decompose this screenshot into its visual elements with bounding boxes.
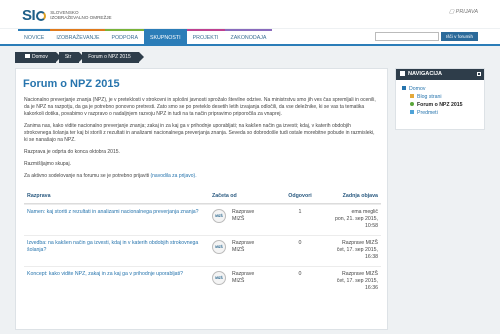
nav-tree-blog[interactable]: Blog strani <box>402 93 484 101</box>
intro-paragraph: Nacionalno preverjanje znanja (NPZ), je … <box>24 97 376 117</box>
breadcrumb-str[interactable]: Str <box>58 52 85 63</box>
table-row: Izvedba: na kakšen način ga izvesti, kda… <box>24 235 381 266</box>
block-icon <box>400 70 405 76</box>
nav-item-zakonodaja[interactable]: ZAKONODAJA <box>224 29 273 44</box>
starter-name[interactable]: Razprave MIZŠ <box>232 240 254 254</box>
deadline-text: Razprava je odprta do konca oktobra 2015… <box>24 149 120 155</box>
nav-tree-predmeti[interactable]: Predmeti <box>402 109 484 117</box>
nav-tree-forum[interactable]: Forum o NPZ 2015 <box>402 101 484 109</box>
questions-paragraph: Zanima nas, kako vidite nacionalno preve… <box>24 123 375 143</box>
last-post[interactable]: Razprave MIZŠ čet, 17. sep 2015, 16:36 <box>321 271 381 292</box>
login-instructions-link[interactable]: (navodila za prijavo). <box>150 173 196 179</box>
reply-count[interactable]: 0 <box>279 240 321 246</box>
search-button[interactable]: Išči v forumih <box>440 32 478 41</box>
logo-subtitle: SLOVENSKO IZOBRAŽEVALNO OMREŽJE <box>50 9 112 20</box>
table-header: Razprava Začeta od Odgovori Zadnja objav… <box>24 193 381 204</box>
nav-item-projekti[interactable]: PROJEKTI <box>186 29 225 44</box>
together-text: Razmišljajmo skupaj. <box>24 161 71 167</box>
site-header: SI SLOVENSKO IZOBRAŽEVALNO OMREŽJE ▢ PRI… <box>0 0 500 28</box>
col-last-post[interactable]: Zadnja objava <box>321 193 381 199</box>
home-icon <box>25 54 30 58</box>
starter-name[interactable]: Razprave MIZŠ <box>232 271 254 285</box>
sio-logo[interactable]: SI SLOVENSKO IZOBRAŽEVALNO OMREŽJE <box>22 5 112 25</box>
breadcrumb: Domov Str Forum o NPZ 2015 <box>15 52 144 63</box>
last-post[interactable]: ema meglič pon, 21. sep 2015, 10:58 <box>321 209 381 230</box>
reply-count[interactable]: 1 <box>279 209 321 215</box>
navigation-block: NAVIGACIJA Domov Blog strani Forum o NPZ… <box>395 68 485 130</box>
logo-mark: SI <box>22 7 47 24</box>
topic-link[interactable]: Koncept: kako vidite NPZ, zakaj in za ka… <box>24 271 212 278</box>
table-row: Namen: kaj storiti z rezultati in analiz… <box>24 204 381 235</box>
nav-item-podpora[interactable]: PODPORA <box>105 29 144 44</box>
page-title: Forum o NPZ 2015 <box>23 78 120 90</box>
topic-link[interactable]: Namen: kaj storiti z rezultati in analiz… <box>24 209 212 216</box>
lock-icon: ▢ <box>448 9 455 15</box>
collapse-icon[interactable] <box>477 72 481 76</box>
reply-count[interactable]: 0 <box>279 271 321 277</box>
login-note: Za aktivno sodelovanje na forumu se je p… <box>24 173 197 179</box>
home-icon <box>402 86 406 90</box>
col-discussion[interactable]: Razprava <box>24 193 212 199</box>
search-input[interactable] <box>374 32 439 41</box>
avatar[interactable]: MIZŠ <box>212 240 226 254</box>
breadcrumb-forum[interactable]: Forum o NPZ 2015 <box>82 52 144 63</box>
forum-icon <box>410 102 414 106</box>
topic-link[interactable]: Izvedba: na kakšen način ga izvesti, kda… <box>24 240 212 254</box>
nav-item-novice[interactable]: NOVICE <box>18 29 51 44</box>
nav-item-izobrazevanje[interactable]: IZOBRAŽEVANJE <box>50 29 106 44</box>
starter-name[interactable]: Razprave MIZŠ <box>232 209 254 223</box>
login-link[interactable]: ▢ PRIJAVA <box>449 9 478 15</box>
last-post[interactable]: Razprave MIZŠ čet, 17. sep 2015, 16:38 <box>321 240 381 261</box>
col-started-by[interactable]: Začeta od <box>212 193 279 199</box>
navigation-tree: Domov Blog strani Forum o NPZ 2015 Predm… <box>396 80 484 117</box>
navigation-header: NAVIGACIJA <box>396 69 484 80</box>
table-row: Koncept: kako vidite NPZ, zakaj in za ka… <box>24 266 381 297</box>
discussion-table: Razprava Začeta od Odgovori Zadnja objav… <box>24 193 381 297</box>
page-icon <box>410 94 414 98</box>
avatar[interactable]: MIZŠ <box>212 271 226 285</box>
avatar[interactable]: MIZŠ <box>212 209 226 223</box>
forum-search: Išči v forumih <box>374 32 478 41</box>
nav-item-skupnosti[interactable]: SKUPNOSTI <box>143 29 187 44</box>
col-replies[interactable]: Odgovori <box>279 193 321 199</box>
folder-icon <box>410 110 414 114</box>
breadcrumb-home[interactable]: Domov <box>15 52 61 63</box>
nav-tree-home[interactable]: Domov <box>402 85 484 93</box>
main-content: Forum o NPZ 2015 Nacionalno preverjanje … <box>15 68 388 330</box>
main-nav: NOVICE IZOBRAŽEVANJE PODPORA SKUPNOSTI P… <box>0 29 500 46</box>
